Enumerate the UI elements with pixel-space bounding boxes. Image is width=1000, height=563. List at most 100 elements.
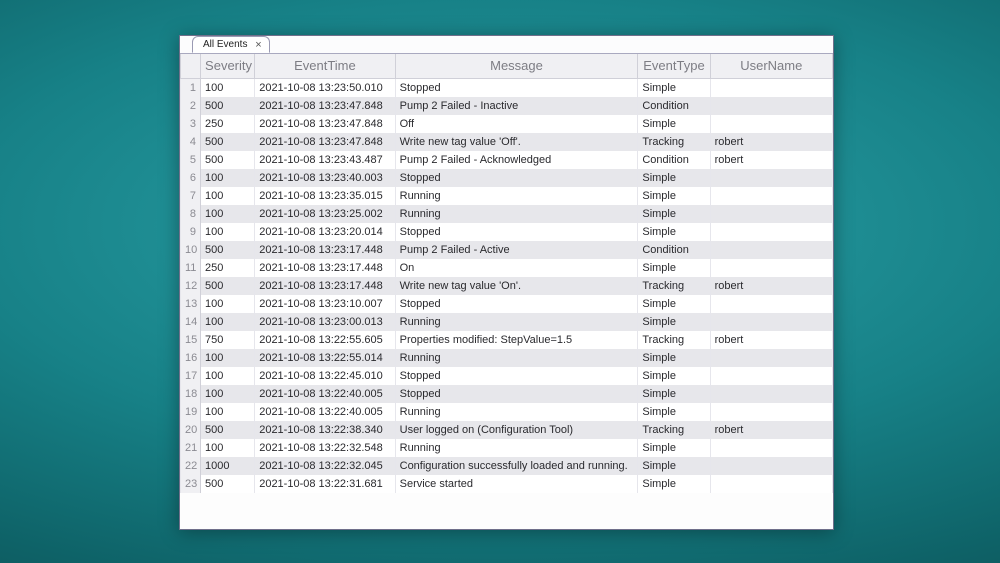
cell-username	[710, 385, 832, 403]
col-message[interactable]: Message	[395, 54, 638, 78]
cell-rownum: 15	[181, 331, 201, 349]
table-row[interactable]: 112502021-10-08 13:23:17.448OnSimple	[181, 259, 833, 277]
cell-severity: 500	[201, 277, 255, 295]
table-row[interactable]: 55002021-10-08 13:23:43.487Pump 2 Failed…	[181, 151, 833, 169]
cell-message: On	[395, 259, 638, 277]
cell-eventtime: 2021-10-08 13:22:38.340	[255, 421, 395, 439]
cell-rownum: 19	[181, 403, 201, 421]
table-row[interactable]: 131002021-10-08 13:23:10.007StoppedSimpl…	[181, 295, 833, 313]
cell-username	[710, 187, 832, 205]
cell-message: Write new tag value 'On'.	[395, 277, 638, 295]
table-row[interactable]: 125002021-10-08 13:23:17.448Write new ta…	[181, 277, 833, 295]
cell-eventtype: Simple	[638, 295, 710, 313]
events-grid[interactable]: Severity EventTime Message EventType Use…	[180, 54, 833, 529]
cell-message: Pump 2 Failed - Active	[395, 241, 638, 259]
cell-message: Configuration successfully loaded and ru…	[395, 457, 638, 475]
cell-username	[710, 367, 832, 385]
cell-eventtype: Condition	[638, 151, 710, 169]
cell-eventtype: Simple	[638, 313, 710, 331]
table-row[interactable]: 81002021-10-08 13:23:25.002RunningSimple	[181, 205, 833, 223]
cell-username	[710, 223, 832, 241]
cell-rownum: 9	[181, 223, 201, 241]
cell-message: Stopped	[395, 223, 638, 241]
table-row[interactable]: 205002021-10-08 13:22:38.340User logged …	[181, 421, 833, 439]
cell-message: User logged on (Configuration Tool)	[395, 421, 638, 439]
cell-username	[710, 295, 832, 313]
table-row[interactable]: 171002021-10-08 13:22:45.010StoppedSimpl…	[181, 367, 833, 385]
table-row[interactable]: 141002021-10-08 13:23:00.013RunningSimpl…	[181, 313, 833, 331]
cell-eventtype: Simple	[638, 457, 710, 475]
table-row[interactable]: 181002021-10-08 13:22:40.005StoppedSimpl…	[181, 385, 833, 403]
cell-severity: 500	[201, 421, 255, 439]
cell-eventtype: Simple	[638, 223, 710, 241]
cell-message: Stopped	[395, 295, 638, 313]
table-row[interactable]: 91002021-10-08 13:23:20.014StoppedSimple	[181, 223, 833, 241]
cell-username	[710, 205, 832, 223]
events-panel: All Events × Severity EventTime Message …	[179, 35, 834, 530]
col-eventtype[interactable]: EventType	[638, 54, 710, 78]
cell-rownum: 17	[181, 367, 201, 385]
cell-username	[710, 241, 832, 259]
col-username[interactable]: UserName	[710, 54, 832, 78]
cell-username: robert	[710, 331, 832, 349]
cell-message: Pump 2 Failed - Acknowledged	[395, 151, 638, 169]
table-row[interactable]: 105002021-10-08 13:23:17.448Pump 2 Faile…	[181, 241, 833, 259]
cell-severity: 500	[201, 475, 255, 493]
table-row[interactable]: 61002021-10-08 13:23:40.003StoppedSimple	[181, 169, 833, 187]
cell-message: Properties modified: StepValue=1.5	[395, 331, 638, 349]
cell-username	[710, 349, 832, 367]
cell-eventtime: 2021-10-08 13:23:20.014	[255, 223, 395, 241]
cell-eventtype: Simple	[638, 349, 710, 367]
cell-rownum: 13	[181, 295, 201, 313]
cell-rownum: 10	[181, 241, 201, 259]
cell-rownum: 2	[181, 97, 201, 115]
cell-severity: 100	[201, 169, 255, 187]
cell-username	[710, 403, 832, 421]
cell-message: Off	[395, 115, 638, 133]
table-row[interactable]: 11002021-10-08 13:23:50.010StoppedSimple	[181, 78, 833, 97]
cell-rownum: 7	[181, 187, 201, 205]
cell-username: robert	[710, 133, 832, 151]
table-row[interactable]: 235002021-10-08 13:22:31.681Service star…	[181, 475, 833, 493]
cell-eventtime: 2021-10-08 13:23:35.015	[255, 187, 395, 205]
cell-message: Running	[395, 403, 638, 421]
cell-message: Running	[395, 205, 638, 223]
cell-eventtime: 2021-10-08 13:22:32.548	[255, 439, 395, 457]
cell-severity: 100	[201, 205, 255, 223]
table-row[interactable]: 191002021-10-08 13:22:40.005RunningSimpl…	[181, 403, 833, 421]
cell-eventtype: Simple	[638, 115, 710, 133]
cell-severity: 250	[201, 259, 255, 277]
cell-eventtime: 2021-10-08 13:23:50.010	[255, 78, 395, 97]
col-rownum[interactable]	[181, 54, 201, 78]
cell-message: Stopped	[395, 367, 638, 385]
close-icon[interactable]: ×	[253, 40, 263, 50]
cell-eventtype: Tracking	[638, 331, 710, 349]
table-row[interactable]: 211002021-10-08 13:22:32.548RunningSimpl…	[181, 439, 833, 457]
cell-severity: 100	[201, 295, 255, 313]
cell-severity: 500	[201, 133, 255, 151]
col-severity[interactable]: Severity	[201, 54, 255, 78]
cell-eventtype: Simple	[638, 475, 710, 493]
cell-severity: 100	[201, 187, 255, 205]
cell-rownum: 22	[181, 457, 201, 475]
table-row[interactable]: 2210002021-10-08 13:22:32.045Configurati…	[181, 457, 833, 475]
cell-eventtype: Tracking	[638, 133, 710, 151]
table-row[interactable]: 32502021-10-08 13:23:47.848OffSimple	[181, 115, 833, 133]
cell-message: Stopped	[395, 78, 638, 97]
table-row[interactable]: 71002021-10-08 13:23:35.015RunningSimple	[181, 187, 833, 205]
table-row[interactable]: 45002021-10-08 13:23:47.848Write new tag…	[181, 133, 833, 151]
cell-eventtype: Tracking	[638, 421, 710, 439]
cell-eventtype: Simple	[638, 385, 710, 403]
table-row[interactable]: 157502021-10-08 13:22:55.605Properties m…	[181, 331, 833, 349]
tab-all-events[interactable]: All Events ×	[192, 36, 270, 53]
cell-message: Running	[395, 349, 638, 367]
cell-severity: 100	[201, 349, 255, 367]
table-row[interactable]: 161002021-10-08 13:22:55.014RunningSimpl…	[181, 349, 833, 367]
table-row[interactable]: 25002021-10-08 13:23:47.848Pump 2 Failed…	[181, 97, 833, 115]
cell-eventtime: 2021-10-08 13:23:40.003	[255, 169, 395, 187]
cell-message: Stopped	[395, 169, 638, 187]
cell-eventtype: Simple	[638, 259, 710, 277]
cell-eventtype: Simple	[638, 78, 710, 97]
col-eventtime[interactable]: EventTime	[255, 54, 395, 78]
cell-eventtime: 2021-10-08 13:23:47.848	[255, 115, 395, 133]
